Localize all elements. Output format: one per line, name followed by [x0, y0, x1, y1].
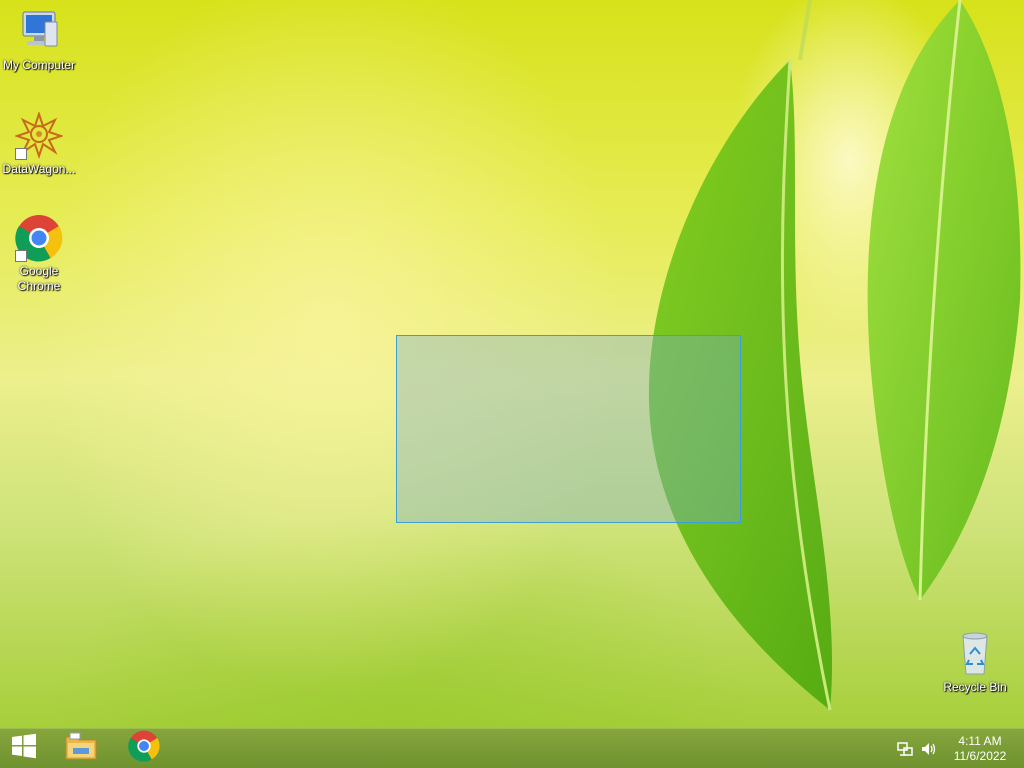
system-tray: 4:11 AM 11/6/2022 — [884, 729, 1024, 768]
desktop-icon-recycle-bin[interactable]: Recycle Bin — [937, 630, 1013, 695]
desktop-icon-label: DataWagon... — [2, 162, 76, 176]
desktop-icon-datawagon[interactable]: DataWagon... — [1, 110, 77, 177]
clock-date: 11/6/2022 — [953, 749, 1007, 763]
file-explorer-icon — [64, 731, 98, 766]
taskbar-file-explorer-button[interactable] — [57, 729, 105, 768]
taskbar-chrome-button[interactable] — [120, 729, 168, 768]
recycle-bin-icon — [951, 630, 999, 678]
selection-rectangle — [396, 335, 741, 523]
desktop[interactable]: My Computer DataWagon... Google Chrome R… — [0, 0, 1024, 728]
desktop-icon-google-chrome[interactable]: Google Chrome — [1, 214, 77, 294]
windows-logo-icon — [11, 733, 37, 764]
desktop-icon-label: Recycle Bin — [943, 680, 1007, 694]
chrome-icon — [15, 214, 63, 262]
volume-icon[interactable] — [921, 741, 937, 757]
computer-icon — [15, 8, 63, 56]
clock[interactable]: 4:11 AM 11/6/2022 — [950, 734, 1010, 764]
shortcut-arrow-icon — [15, 148, 27, 160]
desktop-icon-label: Google Chrome — [17, 264, 61, 293]
start-button[interactable] — [0, 729, 48, 768]
desktop-icon-my-computer[interactable]: My Computer — [1, 8, 77, 73]
clock-time: 4:11 AM — [958, 734, 1002, 748]
chrome-icon — [128, 730, 160, 767]
desktop-icon-label: My Computer — [2, 58, 76, 72]
network-icon[interactable] — [897, 741, 913, 757]
shortcut-arrow-icon — [15, 250, 27, 262]
taskbar: 4:11 AM 11/6/2022 — [0, 728, 1024, 768]
datawagon-icon — [13, 110, 65, 160]
